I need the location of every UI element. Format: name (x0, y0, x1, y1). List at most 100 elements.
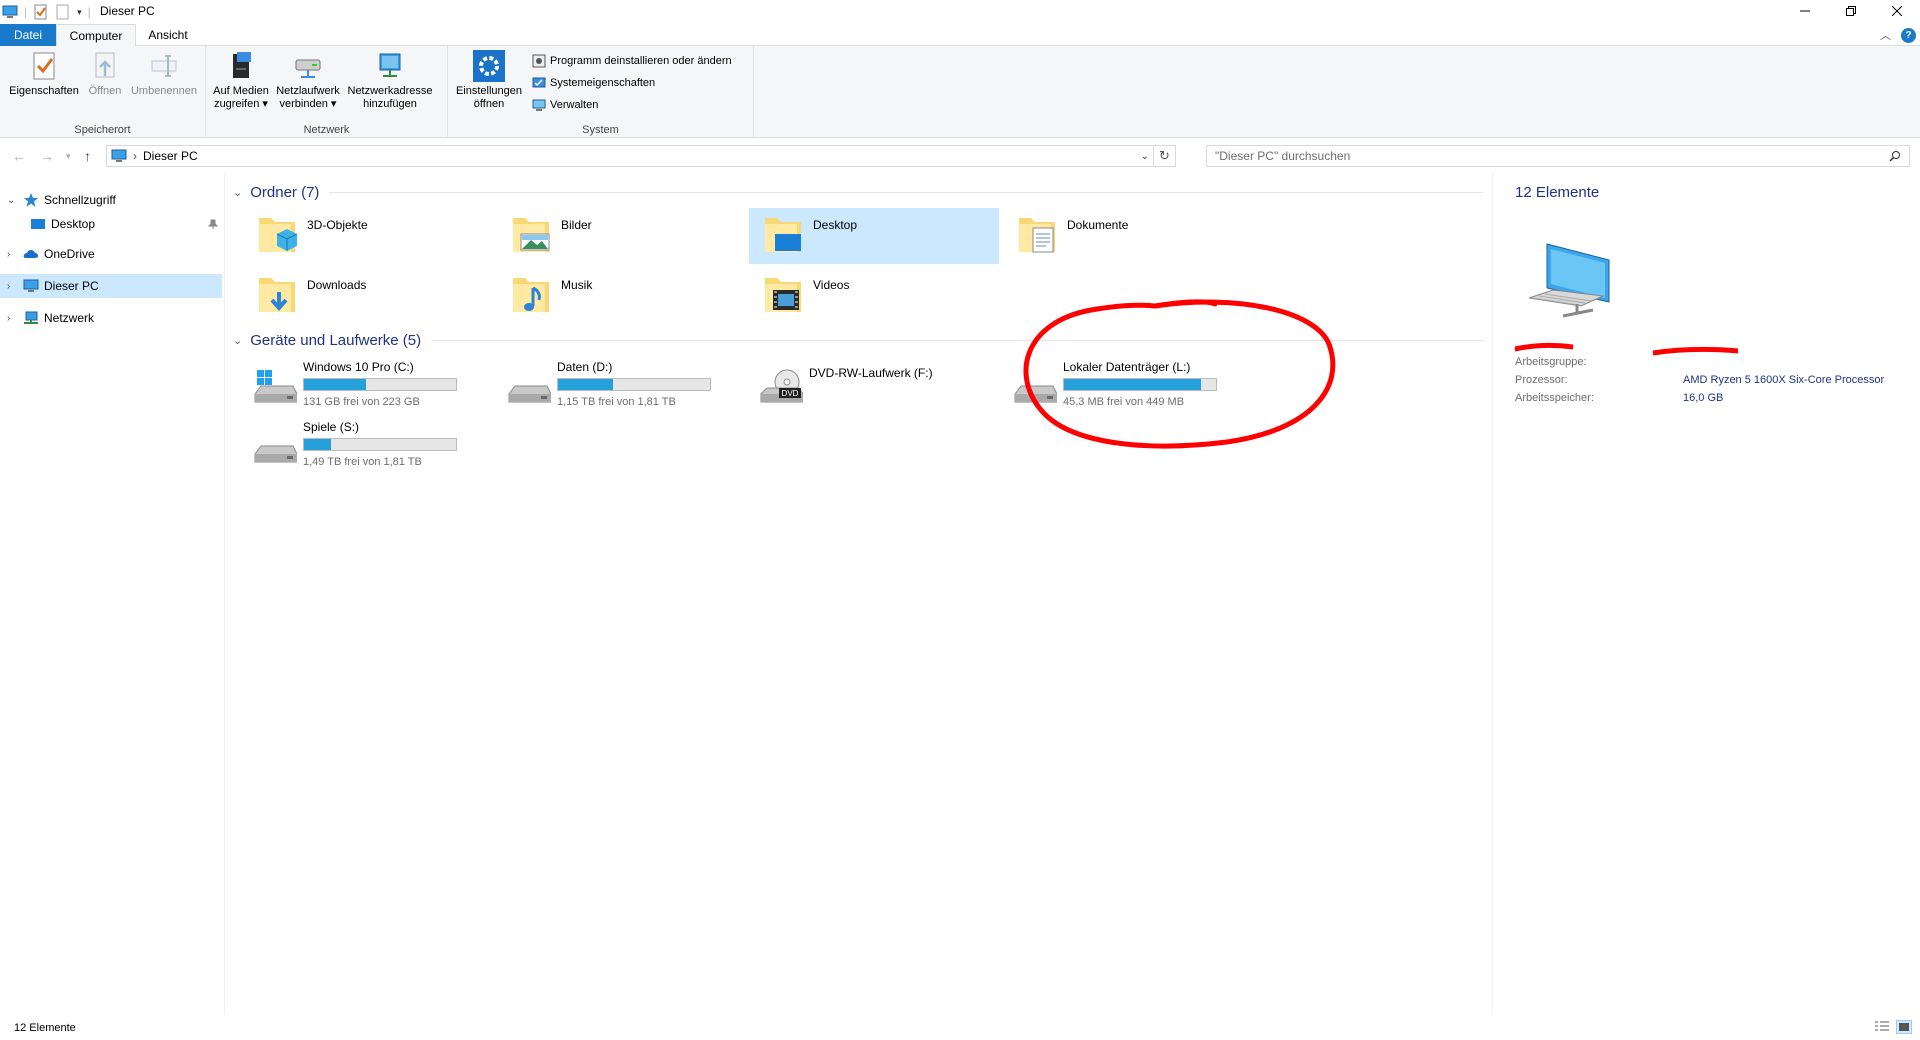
programm-deinstallieren-button[interactable]: Programm deinstallieren oder ändern (532, 54, 732, 68)
eigenschaften-button[interactable]: Eigenschaften (6, 50, 82, 98)
hard-drive-icon (254, 445, 297, 463)
windows-drive-icon (254, 370, 297, 403)
drive-s[interactable]: Spiele (S:) 1,49 TB frei von 1,81 TB (243, 416, 493, 472)
new-folder-icon[interactable] (55, 4, 71, 20)
chevron-down-icon[interactable]: ⌄ (7, 195, 17, 206)
folder-3d-objekte[interactable]: 3D-Objekte (243, 208, 493, 264)
section-ordner[interactable]: ⌄ Ordner (7) (233, 184, 1483, 201)
folder-desktop-icon (765, 218, 801, 252)
details-view-icon[interactable] (1874, 1020, 1890, 1034)
open-icon (95, 52, 115, 78)
tab-computer[interactable]: Computer (56, 24, 136, 47)
back-arrow-icon[interactable]: ← (12, 148, 26, 164)
red-annotation-circle (1023, 299, 1336, 449)
group-system: Einstellungen öffnen Programm deinstalli… (448, 46, 754, 138)
nav-dieser-pc[interactable]: › Dieser PC (0, 274, 222, 298)
group-label-system: System (582, 124, 619, 136)
large-icons-view-icon[interactable] (1896, 1020, 1912, 1034)
details-item-count: 12 Elemente (1515, 184, 1600, 201)
folder-downloads[interactable]: Downloads (243, 268, 493, 324)
folder-desktop[interactable]: Desktop (749, 208, 999, 264)
folder-videos[interactable]: Videos (749, 268, 999, 324)
network-icon (24, 311, 38, 324)
computer-icon (111, 149, 127, 162)
address-field[interactable]: › Dieser PC ⌄ ↻ (106, 145, 1176, 167)
chevron-right-icon[interactable]: › (7, 249, 17, 260)
content-area: ⌄ Ordner (7) 3D-Objekte Bilder Desktop D… (224, 172, 1490, 1014)
tab-datei[interactable]: Datei (0, 24, 56, 46)
folder-bilder[interactable]: Bilder (497, 208, 747, 264)
address-dropdown-chevron-icon[interactable]: ⌄ (1137, 151, 1153, 162)
nav-netzwerk[interactable]: › Netzwerk (0, 306, 222, 330)
desktop-icon (31, 219, 45, 229)
auf-medien-zugreifen-button[interactable]: Auf Medien zugreifen ▾ (210, 50, 272, 111)
up-arrow-icon[interactable]: ↑ (84, 148, 91, 164)
folder-documents-icon (1019, 218, 1055, 253)
close-button[interactable] (1874, 0, 1920, 22)
drive-usage-bar (303, 378, 457, 391)
group-label-netzwerk: Netzwerk (303, 124, 350, 136)
chevron-down-icon[interactable]: ⌄ (233, 334, 242, 347)
recent-locations-chevron-icon[interactable]: ▾ (66, 151, 71, 162)
title-bar: | ▾ | Dieser PC (0, 0, 1920, 24)
drive-c[interactable]: Windows 10 Pro (C:) 131 GB frei von 223 … (243, 356, 493, 412)
verwalten-button[interactable]: Verwalten (532, 98, 598, 112)
oeffnen-button[interactable]: Öffnen (82, 50, 128, 98)
refresh-icon[interactable]: ↻ (1153, 146, 1175, 166)
forward-arrow-icon[interactable]: → (40, 148, 54, 164)
redaction-scribble (1514, 342, 1739, 356)
folder-musik[interactable]: Musik (497, 268, 747, 324)
rename-icon (151, 55, 177, 77)
window-title: Dieser PC (100, 4, 155, 18)
nav-onedrive[interactable]: › OneDrive (0, 242, 222, 266)
hard-drive-icon (508, 385, 551, 403)
status-bar: 12 Elemente (0, 1016, 1920, 1040)
nav-desktop[interactable]: Desktop (0, 212, 222, 236)
customize-quick-access-icon[interactable]: ▾ (77, 7, 82, 18)
computer-icon (1528, 243, 1610, 318)
arbeitsspeicher-label: Arbeitsspeicher: (1515, 392, 1594, 404)
details-pane: 12 Elemente Arbeitsgruppe: Prozessor: AM… (1492, 172, 1920, 1014)
netzlaufwerk-verbinden-button[interactable]: Netzlaufwerk verbinden ▾ (272, 50, 344, 111)
file-explorer-window: | ▾ | Dieser PC Datei Computer Ansicht ︿… (0, 0, 1920, 1040)
address-bar-row: ← → ▾ ↑ › Dieser PC ⌄ ↻ "Dieser PC" durc… (0, 140, 1920, 172)
folder-pictures-icon (513, 218, 550, 252)
uninstall-program-icon (532, 54, 546, 68)
folder-music-icon (513, 278, 549, 312)
search-placeholder: "Dieser PC" durchsuchen (1215, 149, 1351, 163)
pin-icon[interactable] (208, 219, 218, 229)
breadcrumb-dieser-pc[interactable]: Dieser PC (143, 149, 198, 163)
media-server-icon (233, 52, 251, 78)
systemeigenschaften-button[interactable]: Systemeigenschaften (532, 76, 655, 90)
drive-d[interactable]: Daten (D:) 1,15 TB frei von 1,81 TB (497, 356, 747, 412)
collapse-ribbon-icon[interactable]: ︿ (1880, 27, 1891, 43)
umbenennen-button[interactable]: Umbenennen (128, 50, 200, 98)
restore-button[interactable] (1828, 0, 1874, 22)
folder-downloads-icon (259, 278, 295, 312)
einstellungen-oeffnen-button[interactable]: Einstellungen öffnen (452, 50, 526, 111)
folder-dokumente[interactable]: Dokumente (1003, 208, 1253, 264)
manage-computer-icon (532, 99, 546, 111)
chevron-right-icon[interactable]: › (7, 313, 17, 324)
star-icon (24, 193, 38, 207)
close-icon (1892, 6, 1902, 16)
minimize-button[interactable] (1782, 0, 1828, 22)
properties-icon[interactable] (33, 4, 49, 20)
search-input[interactable]: "Dieser PC" durchsuchen (1206, 145, 1910, 167)
dropdown-arrow-icon: ▾ (330, 98, 337, 110)
chevron-down-icon[interactable]: ⌄ (233, 186, 242, 199)
status-item-count: 12 Elemente (14, 1022, 76, 1034)
help-icon[interactable]: ? (1901, 27, 1916, 43)
properties-icon (33, 52, 55, 80)
tab-ansicht[interactable]: Ansicht (136, 24, 200, 46)
minimize-icon (1800, 10, 1810, 12)
drive-f-dvd[interactable]: DVD DVD-RW-Laufwerk (F:) (749, 356, 999, 412)
prozessor-value: AMD Ryzen 5 1600X Six-Core Processor (1683, 374, 1885, 386)
arbeitsspeicher-value: 16,0 GB (1683, 392, 1724, 404)
chevron-right-icon[interactable]: › (7, 281, 17, 292)
system-properties-icon (532, 77, 546, 88)
nav-schnellzugriff[interactable]: ⌄ Schnellzugriff (0, 188, 222, 212)
drive-usage-bar (557, 378, 711, 391)
netzwerkadresse-hinzufuegen-button[interactable]: Netzwerkadresse hinzufügen (344, 50, 436, 111)
restore-icon (1846, 6, 1856, 16)
